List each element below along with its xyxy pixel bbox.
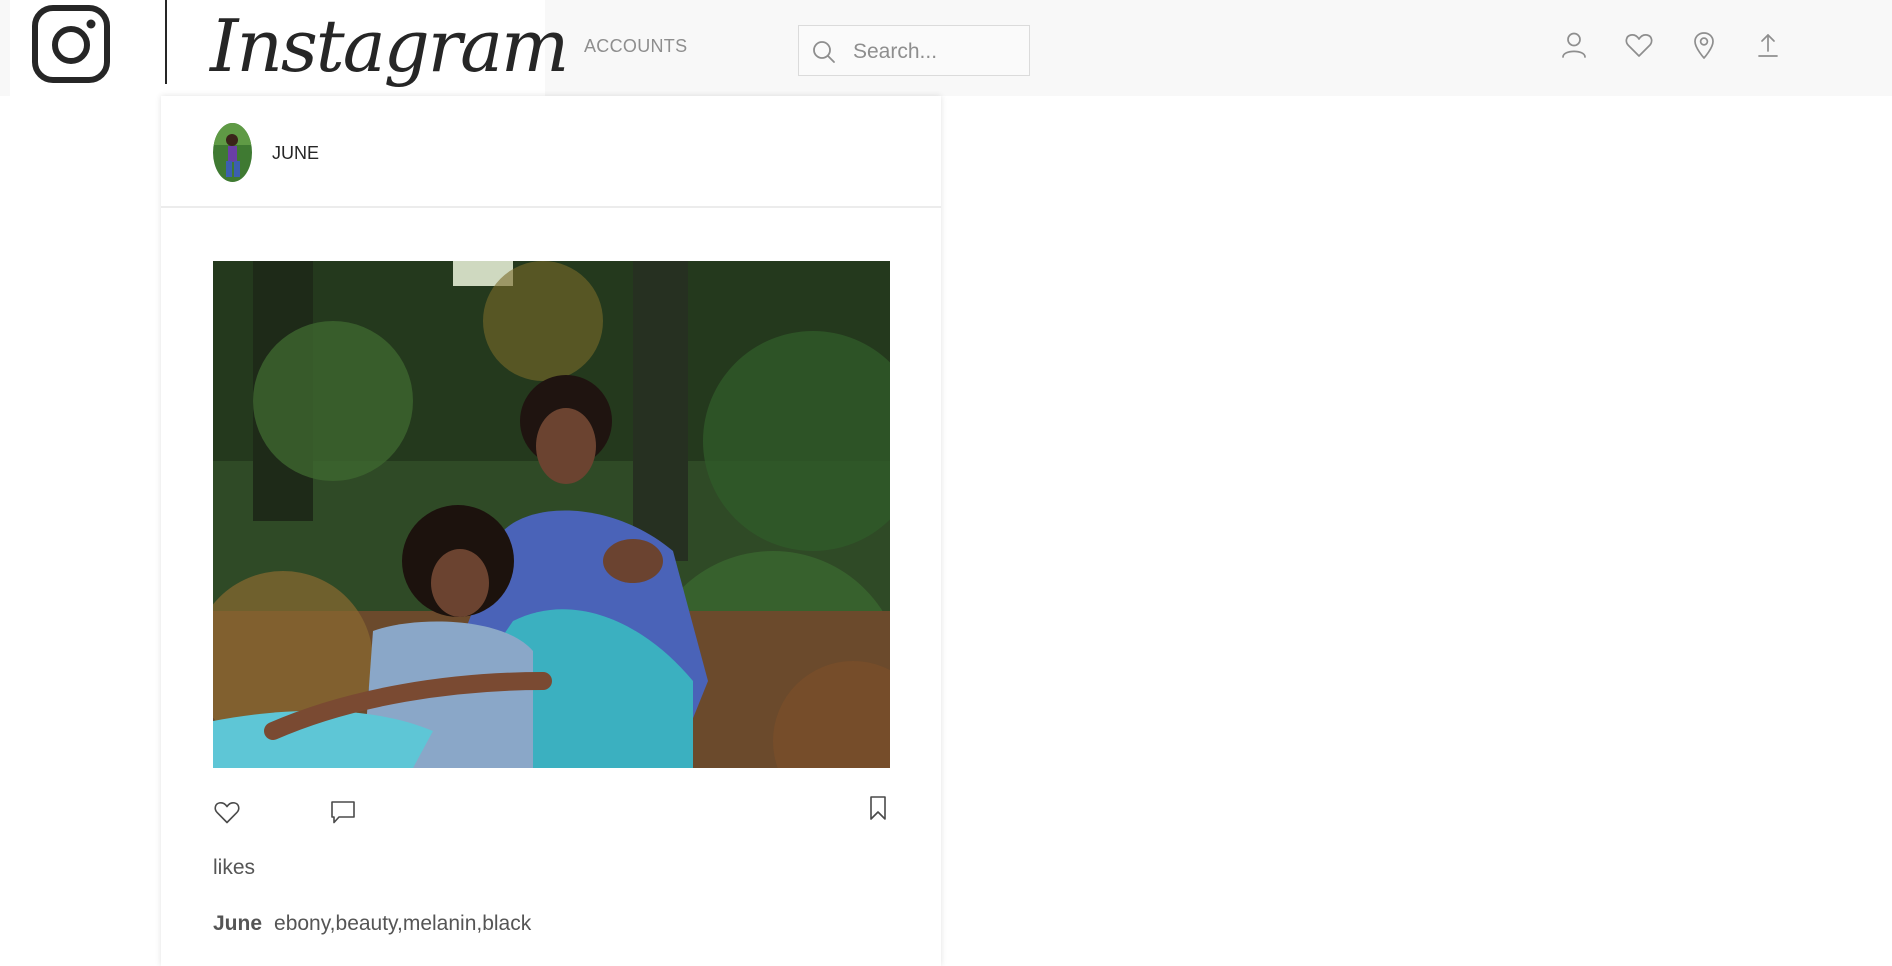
instagram-logo-icon [32, 5, 110, 83]
caption-username[interactable]: June [213, 912, 262, 935]
post-header: JUNE [161, 96, 941, 208]
user-icon [1562, 32, 1586, 58]
heart-icon [1625, 34, 1653, 57]
search-box[interactable] [798, 25, 1030, 76]
comment-button[interactable] [329, 798, 357, 826]
brand-logo-area[interactable]: Instagram [10, 0, 569, 96]
search-icon [813, 41, 835, 63]
heart-icon [214, 801, 240, 824]
upload-icon [1758, 34, 1778, 57]
accounts-link[interactable]: ACCOUNTS [584, 36, 687, 57]
top-navigation-bar: Instagram ACCOUNTS [0, 0, 1892, 96]
post-caption: June ebony,beauty,melanin,black [213, 912, 531, 936]
brand-divider [165, 0, 167, 84]
post-card: JUNE likes June ebony,beauty,melanin,bla… [161, 96, 941, 966]
save-button[interactable] [866, 794, 890, 822]
instagram-wordmark: Instagram [210, 4, 569, 88]
caption-text: ebony,beauty,melanin,black [274, 912, 532, 935]
post-photo-image [213, 261, 890, 768]
map-pin-icon [1694, 32, 1714, 59]
search-input[interactable] [851, 36, 1025, 68]
explore-location-button[interactable] [1689, 30, 1719, 60]
upload-button[interactable] [1753, 30, 1783, 60]
avatar[interactable] [213, 123, 252, 182]
activity-button[interactable] [1624, 30, 1654, 60]
comment-icon [331, 801, 355, 824]
profile-button[interactable] [1559, 30, 1589, 60]
post-username[interactable]: JUNE [272, 143, 319, 164]
post-photo[interactable] [213, 261, 890, 768]
likes-count: likes [213, 856, 256, 879]
avatar-image [213, 123, 252, 182]
bookmark-icon [870, 796, 886, 820]
like-button[interactable] [213, 798, 241, 826]
